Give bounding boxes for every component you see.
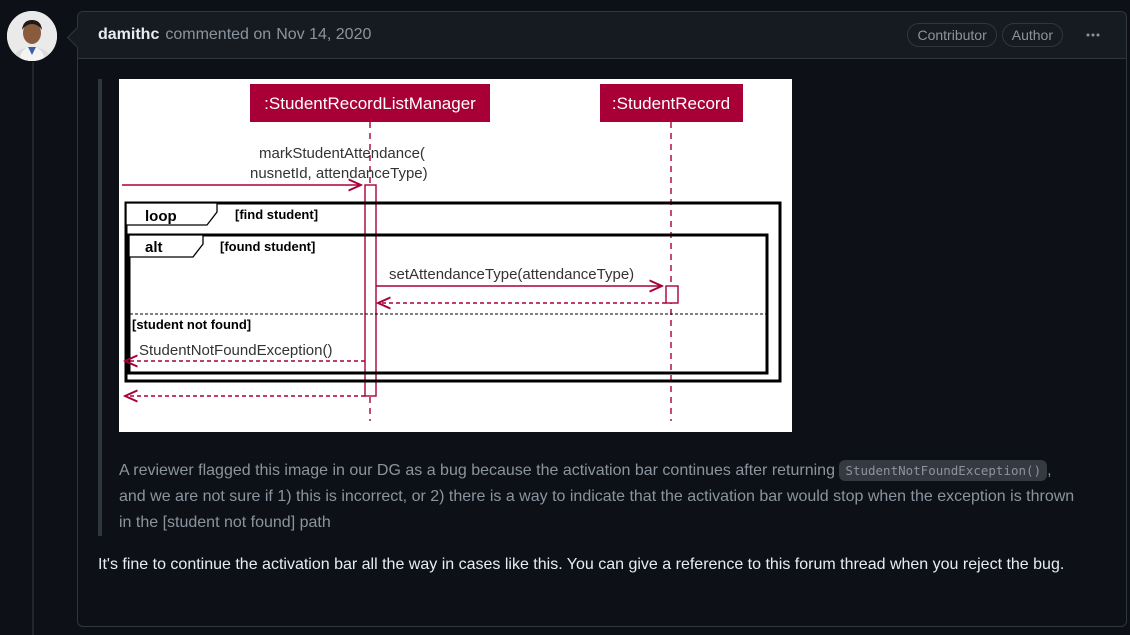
comment-action: commented on: [165, 26, 272, 43]
lifeline-label-manager: :StudentRecordListManager: [264, 94, 476, 113]
sequence-diagram-image[interactable]: :StudentRecordListManager :StudentRecord…: [119, 79, 792, 432]
comment-header: damithc commented on Nov 14, 2020 Contri…: [78, 12, 1126, 59]
quote-part1: A reviewer flagged this image in our DG …: [119, 462, 835, 479]
badges: Contributor Author: [907, 22, 1106, 48]
exception-label: StudentNotFoundException(): [139, 342, 332, 359]
loop-guard: [find student]: [235, 207, 318, 222]
else-guard: [student not found]: [132, 317, 251, 332]
comment-body: :StudentRecordListManager :StudentRecord…: [78, 59, 1126, 578]
author-link[interactable]: damithc: [98, 26, 159, 44]
quote-text: A reviewer flagged this image in our DG …: [119, 458, 1079, 536]
call-label-line1: markStudentAttendance(: [259, 145, 425, 162]
avatar[interactable]: [7, 11, 57, 61]
kebab-horizontal-icon[interactable]: [1080, 22, 1106, 48]
comment: damithc commented on Nov 14, 2020 Contri…: [66, 11, 1127, 627]
call-label-line2: nusnetId, attendanceType): [250, 165, 428, 182]
lifeline-label-record: :StudentRecord: [612, 94, 730, 113]
blockquote: :StudentRecordListManager :StudentRecord…: [98, 79, 1106, 536]
activation-bar-record: [665, 285, 679, 304]
alt-tab: [128, 234, 204, 258]
inner-call-label: setAttendanceType(attendanceType): [389, 266, 634, 283]
reply-text: It's fine to continue the activation bar…: [98, 556, 1065, 573]
activation-bar-manager: [364, 184, 377, 397]
contributor-badge[interactable]: Contributor: [907, 23, 997, 47]
loop-label: loop: [145, 208, 177, 225]
author-badge[interactable]: Author: [1001, 23, 1063, 47]
timeline-line: [32, 62, 34, 635]
alt-guard: [found student]: [220, 239, 315, 254]
alt-label: alt: [145, 239, 163, 256]
comment-date[interactable]: Nov 14, 2020: [276, 26, 371, 44]
inline-code: StudentNotFoundException(): [839, 460, 1048, 481]
